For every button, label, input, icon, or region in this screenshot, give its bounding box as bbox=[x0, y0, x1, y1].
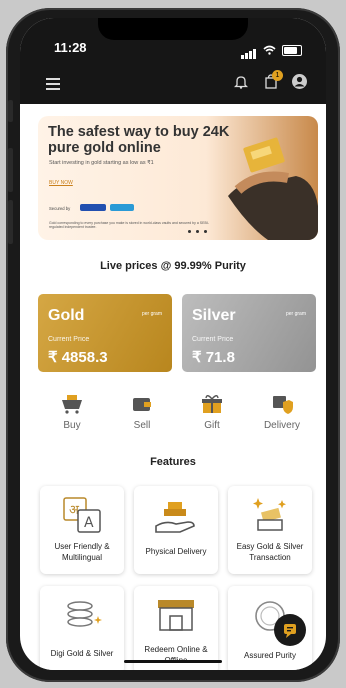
delivery-action[interactable]: Delivery bbox=[252, 394, 312, 431]
cart-gold-icon bbox=[62, 395, 82, 414]
gold-current-label: Current Price bbox=[48, 336, 90, 343]
hamburger-menu-icon[interactable] bbox=[46, 78, 60, 93]
features-heading: Features bbox=[150, 456, 196, 468]
feature-card-physical-delivery[interactable]: Physical Delivery bbox=[134, 486, 218, 574]
chat-fab[interactable] bbox=[274, 614, 306, 646]
top-bar: 11:28 1 bbox=[20, 18, 326, 104]
bell-icon[interactable] bbox=[234, 74, 248, 89]
feature-card-multilingual[interactable]: अA User Friendly & Multilingual bbox=[40, 486, 124, 574]
feature-label: Physical Delivery bbox=[145, 547, 207, 556]
gift-action[interactable]: Gift bbox=[182, 394, 242, 431]
gold-per-unit: per gram bbox=[141, 311, 162, 317]
notch bbox=[98, 18, 248, 40]
hand-gold-icon bbox=[155, 502, 195, 533]
mute-switch bbox=[8, 100, 13, 122]
status-time: 11:28 bbox=[54, 40, 87, 55]
gift-icon bbox=[202, 395, 222, 413]
user-avatar-icon[interactable] bbox=[292, 74, 307, 89]
buy-action[interactable]: Buy bbox=[42, 394, 102, 431]
banner-subtext: Start investing in gold starting as low … bbox=[49, 160, 154, 166]
feature-label: Assured Purity bbox=[243, 651, 297, 660]
banner-headline: The safest way to buy 24K pure gold onli… bbox=[48, 124, 230, 156]
wallet-icon bbox=[133, 398, 151, 411]
sell-action[interactable]: Sell bbox=[112, 394, 172, 431]
silver-title: Silver bbox=[192, 307, 236, 324]
battery-icon bbox=[282, 44, 302, 56]
status-icons bbox=[241, 41, 302, 59]
silver-price-card[interactable]: Silver per gram Current Price ₹ 71.8 bbox=[182, 294, 316, 372]
hand-holding-gold-image bbox=[228, 137, 318, 240]
gold-price-card[interactable]: Gold per gram Current Price ₹ 4858.3 bbox=[38, 294, 172, 372]
gold-title: Gold bbox=[48, 307, 85, 324]
live-prices-heading: Live prices @ 99.99% Purity bbox=[100, 260, 246, 272]
gold-bars-sparkle-icon bbox=[253, 498, 286, 531]
silver-price-value: ₹ 71.8 bbox=[192, 349, 235, 366]
language-icon: अA bbox=[63, 497, 101, 533]
promo-banner[interactable]: The safest way to buy 24K pure gold onli… bbox=[38, 116, 318, 240]
chat-icon bbox=[284, 624, 296, 638]
delivery-label: Delivery bbox=[263, 420, 301, 431]
delivery-shield-icon bbox=[273, 396, 293, 414]
carousel-dots[interactable] bbox=[188, 230, 207, 233]
home-indicator bbox=[124, 660, 222, 663]
app-screen: 11:28 1 The safest way to buy 24K pure g… bbox=[20, 18, 326, 670]
svg-text:A: A bbox=[84, 515, 94, 531]
feature-card-easy-transaction[interactable]: Easy Gold & Silver Transaction bbox=[228, 486, 312, 574]
store-icon bbox=[158, 600, 194, 631]
cart-count-badge: 1 bbox=[272, 70, 283, 81]
partner-logo-1 bbox=[80, 204, 106, 211]
silver-current-label: Current Price bbox=[192, 336, 234, 343]
banner-fine-print: Gold corresponding to every purchase you… bbox=[49, 221, 209, 229]
wifi-icon bbox=[263, 45, 276, 55]
silver-per-unit: per gram bbox=[285, 311, 306, 317]
gold-price-value: ₹ 4858.3 bbox=[48, 349, 108, 366]
partner-logo-2 bbox=[110, 204, 134, 211]
feature-label: User Friendly & Multilingual bbox=[54, 542, 110, 562]
feature-label: Easy Gold & Silver Transaction bbox=[236, 542, 304, 562]
buy-label: Buy bbox=[63, 420, 81, 431]
volume-down-button bbox=[8, 200, 13, 244]
signal-icon bbox=[241, 41, 257, 59]
gift-label: Gift bbox=[204, 420, 220, 431]
secured-by-label: Secured by bbox=[49, 206, 71, 211]
buy-now-link[interactable]: BUY NOW bbox=[49, 180, 73, 186]
volume-up-button bbox=[8, 148, 13, 192]
feature-card-digi-gold[interactable]: Digi Gold & Silver bbox=[40, 586, 124, 670]
coins-stack-icon bbox=[67, 601, 102, 627]
feature-label: Digi Gold & Silver bbox=[50, 649, 114, 658]
sell-label: Sell bbox=[133, 420, 151, 431]
feature-card-redeem[interactable]: Redeem Online & Offline bbox=[134, 586, 218, 670]
